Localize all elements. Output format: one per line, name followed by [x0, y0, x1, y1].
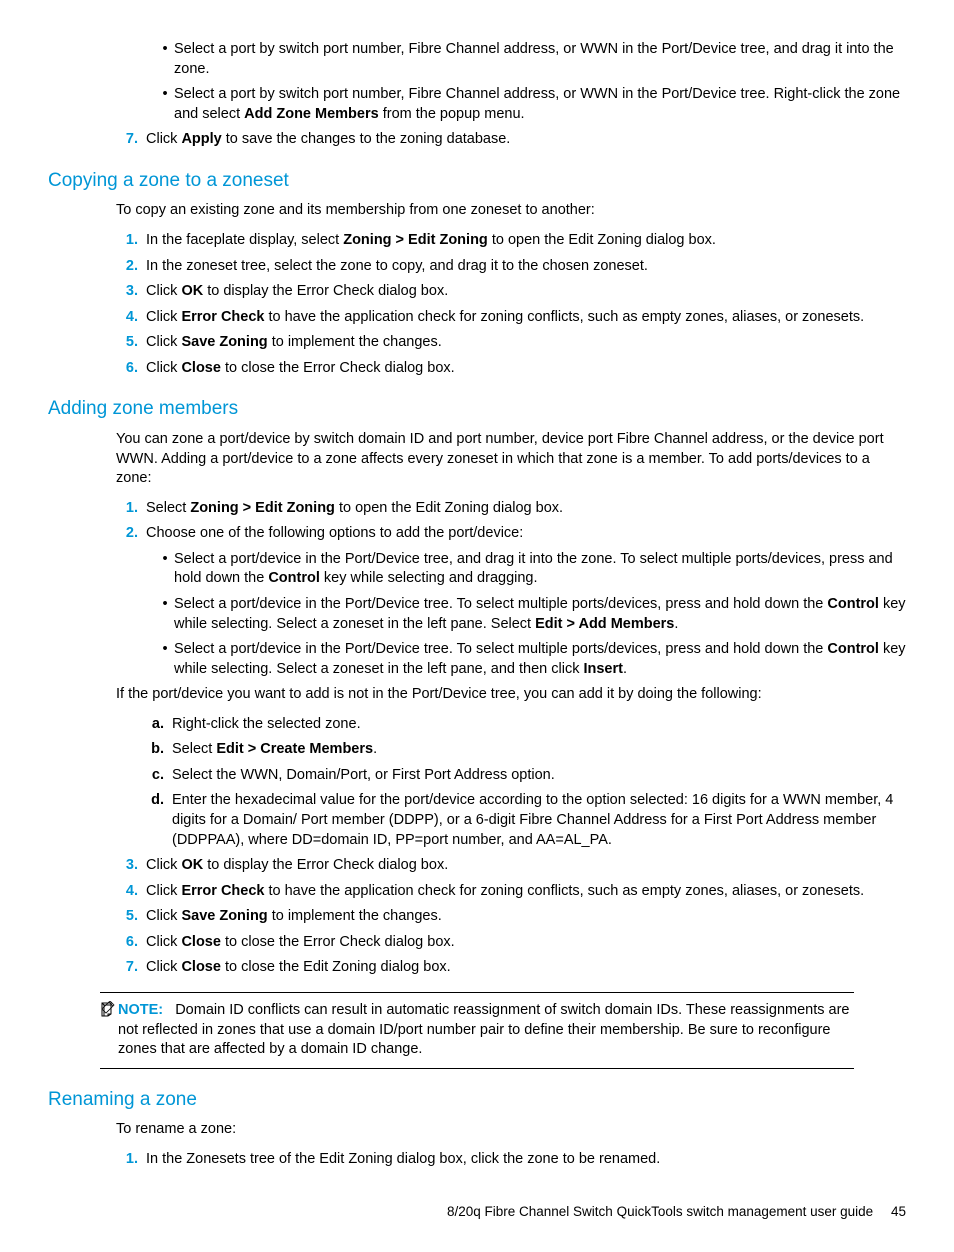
step-text: Select the WWN, Domain/Port, or First Po… — [172, 766, 555, 786]
step-item: 2.Choose one of the following options to… — [116, 524, 906, 544]
note-row: NOTE: Domain ID conflicts can result in … — [100, 1001, 854, 1060]
step-number: 7. — [116, 130, 146, 150]
note-text-content: Domain ID conflicts can result in automa… — [118, 1002, 849, 1057]
step-number: 4. — [116, 882, 146, 902]
step-number: 1. — [116, 1150, 146, 1170]
bullet-text: Select a port/device in the Port/Device … — [174, 595, 906, 634]
mid-paragraph: If the port/device you want to add is no… — [116, 685, 906, 705]
step-letter: c. — [142, 766, 172, 786]
step-number: 6. — [116, 933, 146, 953]
step-text: Click Save Zoning to implement the chang… — [146, 907, 442, 927]
sec2-steps-a: 1.Select Zoning > Edit Zoning to open th… — [116, 499, 906, 544]
sec2-alpha-steps: a.Right-click the selected zone. b.Selec… — [142, 715, 906, 850]
sec2-steps-b: 3.Click OK to display the Error Check di… — [116, 856, 906, 978]
step-text: Click OK to display the Error Check dial… — [146, 282, 448, 302]
step-number: 5. — [116, 907, 146, 927]
step-text: In the Zonesets tree of the Edit Zoning … — [146, 1150, 660, 1170]
step-text: Choose one of the following options to a… — [146, 524, 523, 544]
divider — [100, 1068, 854, 1069]
step-text: Select Zoning > Edit Zoning to open the … — [146, 499, 563, 519]
step-number: 1. — [116, 499, 146, 519]
page-footer: 8/20q Fibre Channel Switch QuickTools sw… — [48, 1203, 906, 1221]
step-number: 3. — [116, 282, 146, 302]
step-text: Click OK to display the Error Check dial… — [146, 856, 448, 876]
sec3-steps: 1.In the Zonesets tree of the Edit Zonin… — [116, 1150, 906, 1170]
step-letter: d. — [142, 791, 172, 850]
bullet-item: •Select a port/device in the Port/Device… — [156, 640, 906, 679]
step-item: 6.Click Close to close the Error Check d… — [116, 933, 906, 953]
step-text: Click Error Check to have the applicatio… — [146, 882, 864, 902]
step-text: Enter the hexadecimal value for the port… — [172, 791, 906, 850]
step-text: Right-click the selected zone. — [172, 715, 361, 735]
intro-paragraph: To copy an existing zone and its members… — [116, 201, 906, 221]
divider — [100, 992, 854, 993]
step-item: 1.Select Zoning > Edit Zoning to open th… — [116, 499, 906, 519]
step-item: 2.In the zoneset tree, select the zone t… — [116, 257, 906, 277]
sec1-steps: 1.In the faceplate display, select Zonin… — [116, 231, 906, 378]
step-item: 4.Click Error Check to have the applicat… — [116, 308, 906, 328]
bullet-dot: • — [156, 595, 174, 634]
bullet-dot: • — [156, 640, 174, 679]
step-item: 7.Click Apply to save the changes to the… — [116, 130, 906, 150]
step-item: 5.Click Save Zoning to implement the cha… — [116, 907, 906, 927]
step-item: 1.In the Zonesets tree of the Edit Zonin… — [116, 1150, 906, 1170]
step-text: Click Close to close the Error Check dia… — [146, 359, 455, 379]
intro-paragraph: You can zone a port/device by switch dom… — [116, 430, 906, 489]
step-number: 1. — [116, 231, 146, 251]
top-sub-bullets: •Select a port by switch port number, Fi… — [156, 40, 906, 124]
step-item: 6.Click Close to close the Error Check d… — [116, 359, 906, 379]
step-letter: b. — [142, 740, 172, 760]
step-number: 2. — [116, 257, 146, 277]
note-body: NOTE: Domain ID conflicts can result in … — [118, 1001, 854, 1060]
bullet-item: •Select a port by switch port number, Fi… — [156, 85, 906, 124]
bullet-text: Select a port/device in the Port/Device … — [174, 640, 906, 679]
intro-paragraph: To rename a zone: — [116, 1120, 906, 1140]
step-letter: a. — [142, 715, 172, 735]
step-item: a.Right-click the selected zone. — [142, 715, 906, 735]
step-text: Click Close to close the Edit Zoning dia… — [146, 958, 451, 978]
step-number: 6. — [116, 359, 146, 379]
bullet-item: •Select a port by switch port number, Fi… — [156, 40, 906, 79]
step-text: Click Close to close the Error Check dia… — [146, 933, 455, 953]
heading-adding-members: Adding zone members — [48, 396, 906, 422]
bullet-dot: • — [156, 550, 174, 589]
step-number: 5. — [116, 333, 146, 353]
bullet-dot: • — [156, 85, 174, 124]
footer-doc-title: 8/20q Fibre Channel Switch QuickTools sw… — [447, 1204, 873, 1219]
bullet-text: Select a port by switch port number, Fib… — [174, 40, 906, 79]
bullet-text: Select a port/device in the Port/Device … — [174, 550, 906, 589]
bullet-item: •Select a port/device in the Port/Device… — [156, 550, 906, 589]
step-text: Click Error Check to have the applicatio… — [146, 308, 864, 328]
step-item: 4.Click Error Check to have the applicat… — [116, 882, 906, 902]
step-text: Select Edit > Create Members. — [172, 740, 377, 760]
step-number: 2. — [116, 524, 146, 544]
step-number: 4. — [116, 308, 146, 328]
sec2-sub-bullets: •Select a port/device in the Port/Device… — [156, 550, 906, 679]
step-item: 5.Click Save Zoning to implement the cha… — [116, 333, 906, 353]
step-item: 7.Click Close to close the Edit Zoning d… — [116, 958, 906, 978]
note-label: NOTE: — [118, 1002, 163, 1018]
note-callout: NOTE: Domain ID conflicts can result in … — [100, 992, 854, 1069]
step-number: 7. — [116, 958, 146, 978]
step-text: Click Apply to save the changes to the z… — [146, 130, 510, 150]
step-number: 3. — [116, 856, 146, 876]
step-item: b.Select Edit > Create Members. — [142, 740, 906, 760]
step-item: 1.In the faceplate display, select Zonin… — [116, 231, 906, 251]
note-icon — [100, 1001, 118, 1023]
top-step-list: 7.Click Apply to save the changes to the… — [116, 130, 906, 150]
bullet-item: •Select a port/device in the Port/Device… — [156, 595, 906, 634]
step-item: 3.Click OK to display the Error Check di… — [116, 856, 906, 876]
step-item: 3.Click OK to display the Error Check di… — [116, 282, 906, 302]
footer-page-number: 45 — [891, 1204, 906, 1219]
bullet-text: Select a port by switch port number, Fib… — [174, 85, 906, 124]
step-text: Click Save Zoning to implement the chang… — [146, 333, 442, 353]
step-item: c.Select the WWN, Domain/Port, or First … — [142, 766, 906, 786]
step-text: In the faceplate display, select Zoning … — [146, 231, 716, 251]
heading-renaming-zone: Renaming a zone — [48, 1087, 906, 1113]
step-text: In the zoneset tree, select the zone to … — [146, 257, 648, 277]
bullet-dot: • — [156, 40, 174, 79]
step-item: d.Enter the hexadecimal value for the po… — [142, 791, 906, 850]
heading-copying-zone: Copying a zone to a zoneset — [48, 168, 906, 194]
